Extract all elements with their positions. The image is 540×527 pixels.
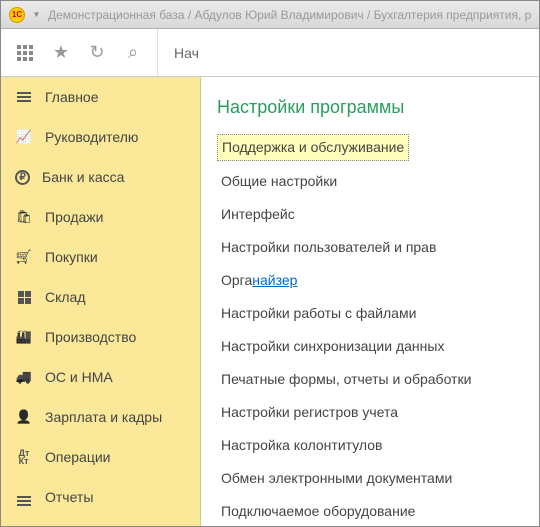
history-button[interactable]: ↻ [81,37,113,69]
organizer-link[interactable]: найзер [252,272,297,288]
toolbar: ★ ↻ ⌕ Нач [1,29,539,77]
sidebar-item-bank[interactable]: ₽ Банк и касса [1,157,200,197]
dropdown-icon[interactable]: ▼ [31,9,42,20]
sidebar-item-reports[interactable]: Отчеты [1,477,200,517]
panel-title: Настройки программы [217,97,523,118]
truck-icon [15,368,33,386]
settings-item-registers[interactable]: Настройки регистров учета [217,400,523,425]
organizer-prefix: Орга [221,272,252,288]
settings-item-printforms[interactable]: Печатные формы, отчеты и обработки [217,367,523,392]
chart-icon [15,128,33,146]
sidebar-item-operations[interactable]: ДтКт Операции [1,437,200,477]
sidebar-label: Руководителю [45,129,138,145]
sidebar-label: Продажи [45,209,103,225]
settings-item-edoc[interactable]: Обмен электронными документами [217,466,523,491]
toolbar-icons: ★ ↻ ⌕ [1,37,157,69]
app-icon: 1C [9,7,25,23]
tab-home[interactable]: Нач [174,45,199,61]
settings-item-equipment[interactable]: Подключаемое оборудование [217,499,523,524]
settings-item-users[interactable]: Настройки пользователей и прав [217,235,523,260]
apps-grid-icon [17,45,33,61]
menu-icon [15,88,33,106]
sidebar-item-main[interactable]: Главное [1,77,200,117]
settings-item-organizer[interactable]: Органайзер [217,268,523,293]
sidebar-item-production[interactable]: Производство [1,317,200,357]
tab-area: Нач [157,29,215,76]
person-icon [15,408,33,426]
settings-list: Поддержка и обслуживание Общие настройки… [217,134,523,526]
settings-item-files[interactable]: Настройки работы с файлами [217,301,523,326]
factory-icon [15,328,33,346]
dtkt-icon: ДтКт [15,448,33,466]
sidebar-label: Отчеты [45,489,93,505]
window-title: Демонстрационная база / Абдулов Юрий Вла… [48,8,531,22]
sidebar-label: Покупки [45,249,98,265]
sidebar-label: Операции [45,449,111,465]
ruble-icon: ₽ [15,170,30,185]
reports-icon [15,488,33,506]
apps-button[interactable] [9,37,41,69]
window-titlebar: 1C ▼ Демонстрационная база / Абдулов Юри… [1,1,539,29]
content-area: Главное Руководителю ₽ Банк и касса Прод… [1,77,539,526]
history-icon: ↻ [89,42,104,63]
sidebar-item-sales[interactable]: Продажи [1,197,200,237]
sidebar-item-warehouse[interactable]: Склад [1,277,200,317]
settings-item-support[interactable]: Поддержка и обслуживание [217,134,409,161]
sidebar-label: Банк и касса [42,169,124,185]
favorites-button[interactable]: ★ [45,37,77,69]
search-icon: ⌕ [128,42,138,63]
sidebar: Главное Руководителю ₽ Банк и касса Прод… [1,77,201,526]
sidebar-item-hr[interactable]: Зарплата и кадры [1,397,200,437]
settings-item-interface[interactable]: Интерфейс [217,202,523,227]
sidebar-item-purchases[interactable]: Покупки [1,237,200,277]
warehouse-icon [15,288,33,306]
search-button[interactable]: ⌕ [117,37,149,69]
sidebar-item-assets[interactable]: ОС и НМА [1,357,200,397]
star-icon: ★ [53,42,69,63]
bag-icon [15,208,33,226]
sidebar-label: Склад [45,289,86,305]
sidebar-label: Зарплата и кадры [45,409,162,425]
settings-item-sync[interactable]: Настройки синхронизации данных [217,334,523,359]
settings-item-headers[interactable]: Настройка колонтитулов [217,433,523,458]
main-panel: Настройки программы Поддержка и обслужив… [201,77,539,526]
sidebar-label: Главное [45,89,99,105]
sidebar-label: Производство [45,329,136,345]
sidebar-item-manager[interactable]: Руководителю [1,117,200,157]
cart-icon [15,248,33,266]
settings-item-general[interactable]: Общие настройки [217,169,523,194]
sidebar-label: ОС и НМА [45,369,113,385]
